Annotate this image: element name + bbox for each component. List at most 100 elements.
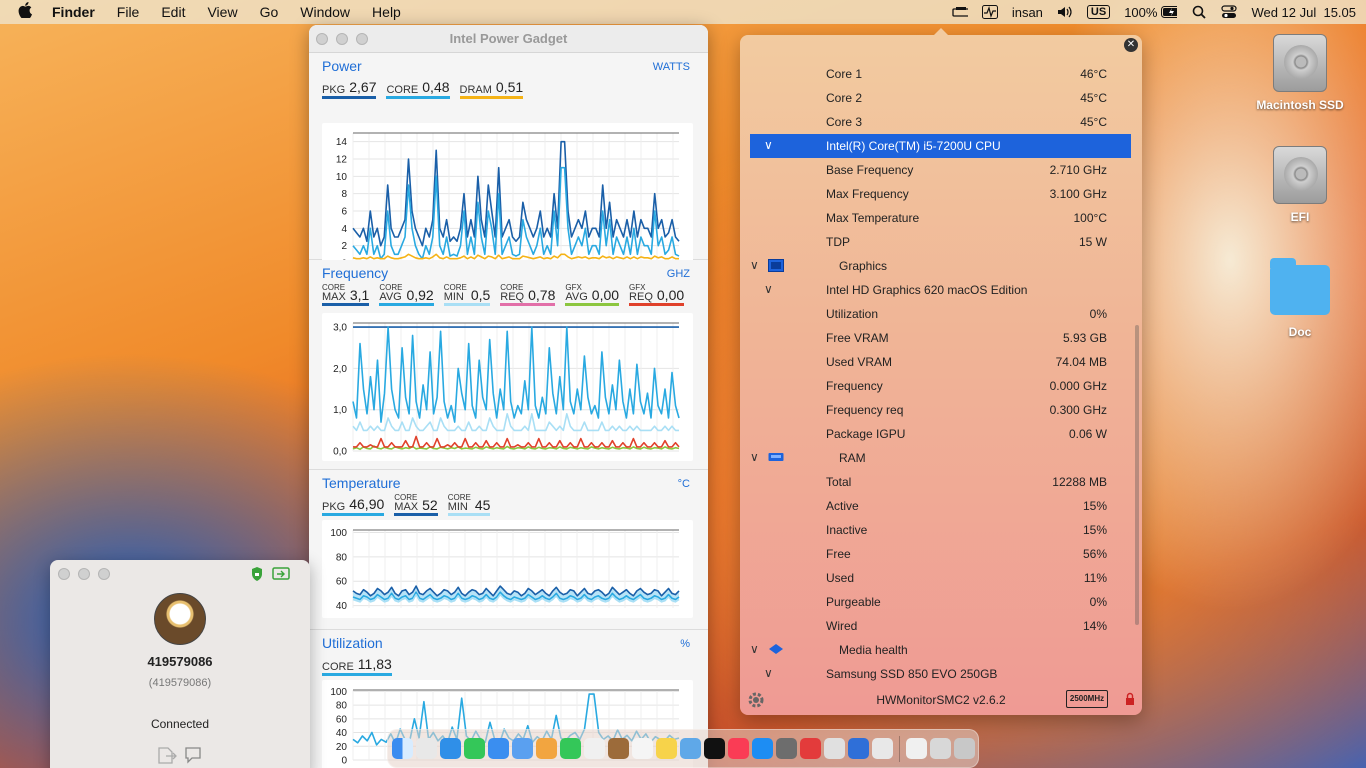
sensor-name: Core 1 — [826, 67, 863, 81]
sensor-value: 0.300 GHz — [1049, 403, 1107, 417]
close-popover-button[interactable]: ✕ — [1124, 38, 1138, 52]
sensor-name: Core 3 — [826, 115, 863, 129]
desktop-icon-efi[interactable]: EFI — [1250, 146, 1350, 224]
sensor-row[interactable]: Used 11% — [750, 566, 1131, 590]
dock-app-icon[interactable] — [584, 738, 605, 759]
dock-app-icon[interactable] — [906, 738, 927, 759]
sensor-row[interactable]: ∨ Graphics — [750, 254, 1131, 278]
dock-app-icon[interactable] — [488, 738, 509, 759]
sensor-row[interactable]: Package IGPU 0.06 W — [750, 422, 1131, 446]
chevron-down-icon[interactable]: ∨ — [764, 282, 773, 296]
apple-icon[interactable] — [18, 2, 36, 22]
finder-icon[interactable] — [392, 738, 413, 759]
keyboard-layout-badge[interactable]: US — [1086, 5, 1111, 19]
chevron-down-icon[interactable]: ∨ — [750, 258, 759, 272]
y-tick-label: 40 — [336, 601, 348, 612]
dock-app-icon[interactable] — [536, 738, 557, 759]
scrollbar[interactable] — [1135, 325, 1139, 625]
dock-app-icon[interactable] — [680, 738, 701, 759]
sensor-row[interactable]: Free 56% — [750, 542, 1131, 566]
window-titlebar[interactable]: Intel Power Gadget — [309, 25, 708, 53]
dock-app-icon[interactable] — [512, 738, 533, 759]
battery-icon[interactable] — [1161, 5, 1178, 19]
sensor-row[interactable]: Base Frequency 2.710 GHz — [750, 158, 1131, 182]
sensor-row[interactable]: Utilization 0% — [750, 302, 1131, 326]
metric-color-bar — [629, 303, 685, 306]
dock-app-icon[interactable] — [728, 738, 749, 759]
menu-edit[interactable]: Edit — [161, 4, 185, 20]
dock-app-icon[interactable] — [824, 738, 845, 759]
activity-graph-icon[interactable] — [981, 5, 998, 19]
volume-icon[interactable] — [1057, 5, 1073, 19]
lock-icon[interactable] — [1125, 692, 1135, 709]
sensor-row[interactable]: ∨ RAM — [750, 446, 1131, 470]
file-transfer-icon[interactable] — [156, 746, 178, 767]
dock-app-icon[interactable] — [560, 738, 581, 759]
dock-app-icon[interactable] — [464, 738, 485, 759]
menu-go[interactable]: Go — [260, 4, 279, 20]
menu-bar: Finder File Edit View Go Window Help ins… — [0, 0, 1366, 24]
sensor-row[interactable]: Free VRAM 5.93 GB — [750, 326, 1131, 350]
sensor-row[interactable]: Total 12288 MB — [750, 470, 1131, 494]
clock[interactable]: Wed 12 Jul 15.05 — [1251, 5, 1356, 20]
dock-app-icon[interactable] — [930, 738, 951, 759]
sensor-value: 100°C — [1073, 211, 1108, 225]
menu-help[interactable]: Help — [372, 4, 401, 20]
chevron-down-icon[interactable]: ∨ — [750, 450, 759, 464]
desktop-icon-macintosh-ssd[interactable]: Macintosh SSD — [1250, 34, 1350, 112]
close-button[interactable] — [58, 568, 70, 580]
menu-finder[interactable]: Finder — [52, 4, 95, 20]
sensor-row[interactable]: Core 2 45°C — [750, 86, 1131, 110]
sensor-row[interactable]: Used VRAM 74.04 MB — [750, 350, 1131, 374]
dock-app-icon[interactable] — [872, 738, 893, 759]
sensor-row[interactable]: Purgeable 0% — [750, 590, 1131, 614]
spotlight-search-icon[interactable] — [1191, 5, 1207, 19]
dock-app-icon[interactable] — [632, 738, 653, 759]
dock-app-icon[interactable] — [800, 738, 821, 759]
chevron-down-icon[interactable]: ∨ — [764, 138, 773, 152]
dock-app-icon[interactable] — [704, 738, 725, 759]
y-tick-label: 8 — [341, 189, 347, 200]
sensor-row[interactable]: ∨ Samsung SSD 850 EVO 250GB — [750, 662, 1131, 686]
sensor-row[interactable]: ∨ Media health — [750, 638, 1131, 662]
sensor-name: Used — [826, 571, 855, 585]
menu-file[interactable]: File — [117, 4, 140, 20]
dock-app-icon[interactable] — [752, 738, 773, 759]
chevron-down-icon[interactable]: ∨ — [750, 642, 759, 656]
cpu-frequency-badge[interactable]: 2500MHz — [1066, 690, 1108, 708]
dock-app-icon[interactable] — [608, 738, 629, 759]
desktop-icon-doc[interactable]: Doc — [1250, 258, 1350, 339]
metric-label: REQ — [629, 291, 653, 303]
menu-view[interactable]: View — [207, 4, 237, 20]
menu-window[interactable]: Window — [300, 4, 350, 20]
screen-share-icon[interactable] — [272, 566, 290, 585]
sensor-row[interactable]: Wired 14% — [750, 614, 1131, 638]
dock-app-icon[interactable] — [656, 738, 677, 759]
sensor-row[interactable]: ∨ Intel HD Graphics 620 macOS Edition — [750, 278, 1131, 302]
dock-app-icon[interactable] — [416, 738, 437, 759]
user-name[interactable]: insan — [1012, 5, 1043, 20]
metric-temperature-0: PKG 46,90 — [322, 494, 385, 516]
sensor-row[interactable]: ∨ Intel(R) Core(TM) i5-7200U CPU — [750, 134, 1131, 158]
lock-shield-icon[interactable] — [250, 566, 264, 585]
sensor-row[interactable]: Core 3 45°C — [750, 110, 1131, 134]
sensor-row[interactable]: TDP 15 W — [750, 230, 1131, 254]
control-center-icon[interactable] — [1221, 5, 1238, 19]
sensor-row[interactable]: Max Frequency 3.100 GHz — [750, 182, 1131, 206]
dock-app-icon[interactable] — [776, 738, 797, 759]
battery-percent[interactable]: 100% — [1124, 5, 1157, 20]
trash-icon[interactable] — [954, 738, 975, 759]
sensor-row[interactable]: Active 15% — [750, 494, 1131, 518]
sensor-row[interactable]: Frequency 0.000 GHz — [750, 374, 1131, 398]
sensor-row[interactable]: Core 1 46°C — [750, 62, 1131, 86]
zoom-button[interactable] — [98, 568, 110, 580]
chevron-down-icon[interactable]: ∨ — [764, 666, 773, 680]
minimize-button[interactable] — [78, 568, 90, 580]
dock-app-icon[interactable] — [848, 738, 869, 759]
dock-app-icon[interactable] — [440, 738, 461, 759]
sensor-row[interactable]: Inactive 15% — [750, 518, 1131, 542]
chat-icon[interactable] — [184, 746, 202, 767]
sensor-row[interactable]: Frequency req 0.300 GHz — [750, 398, 1131, 422]
sensor-row[interactable]: Max Temperature 100°C — [750, 206, 1131, 230]
monitor-hw-icon[interactable] — [952, 5, 968, 19]
